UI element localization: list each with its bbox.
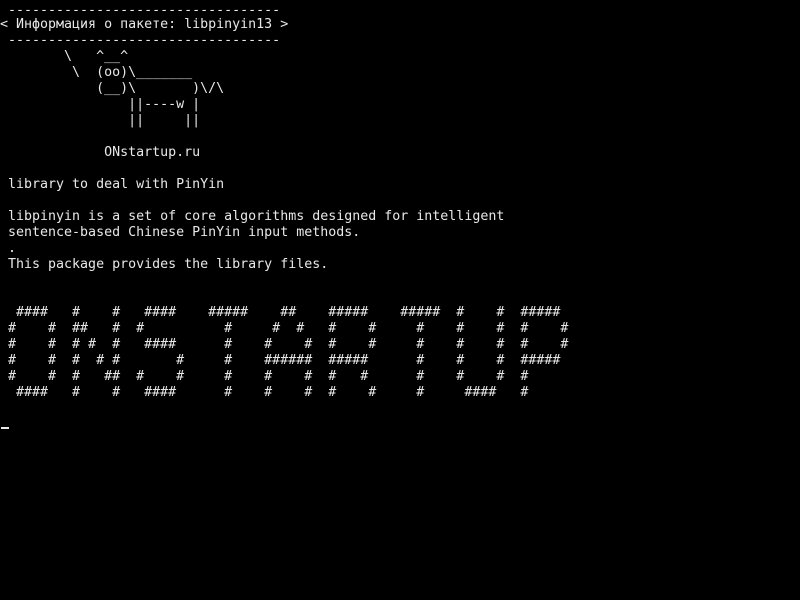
banner-row-4: # # # # # # # ###### ##### # # # #####	[0, 353, 561, 368]
cowsay-bottom-border: ----------------------------------	[0, 33, 281, 48]
package-description-line-3: .	[0, 241, 17, 256]
package-description-line-1: libpinyin is a set of core algorithms de…	[0, 209, 505, 224]
cow-art-line-4: ||----w |	[0, 97, 201, 112]
cow-art-line-1: \ ^__^	[0, 49, 129, 64]
banner-row-3: # # # # # #### # # # # # # # # # #	[0, 337, 569, 352]
banner-row-1: #### # # #### ##### ## ##### ##### # # #…	[0, 305, 561, 320]
banner-row-6: #### # # #### # # # # # # #### #	[0, 385, 529, 400]
cow-art-line-2: \ (oo)\_______	[0, 65, 193, 80]
cow-art-line-3: (__)\ )\/\	[0, 81, 225, 96]
cowsay-message: < Информация о пакете: libpinyin13 >	[0, 17, 289, 32]
banner-row-2: # # ## # # # # # # # # # # # #	[0, 321, 569, 336]
terminal-screen: ---------------------------------- < Инф…	[0, 0, 800, 600]
terminal-cursor[interactable]	[1, 427, 9, 429]
package-description-line-4: This package provides the library files.	[0, 257, 329, 272]
cow-art-line-5: || ||	[0, 113, 201, 128]
site-label: ONstartup.ru	[0, 145, 201, 160]
banner-row-5: # # # ## # # # # # # # # # # #	[0, 369, 529, 384]
package-summary: library to deal with PinYin	[0, 177, 225, 192]
package-description-line-2: sentence-based Chinese PinYin input meth…	[0, 225, 361, 240]
